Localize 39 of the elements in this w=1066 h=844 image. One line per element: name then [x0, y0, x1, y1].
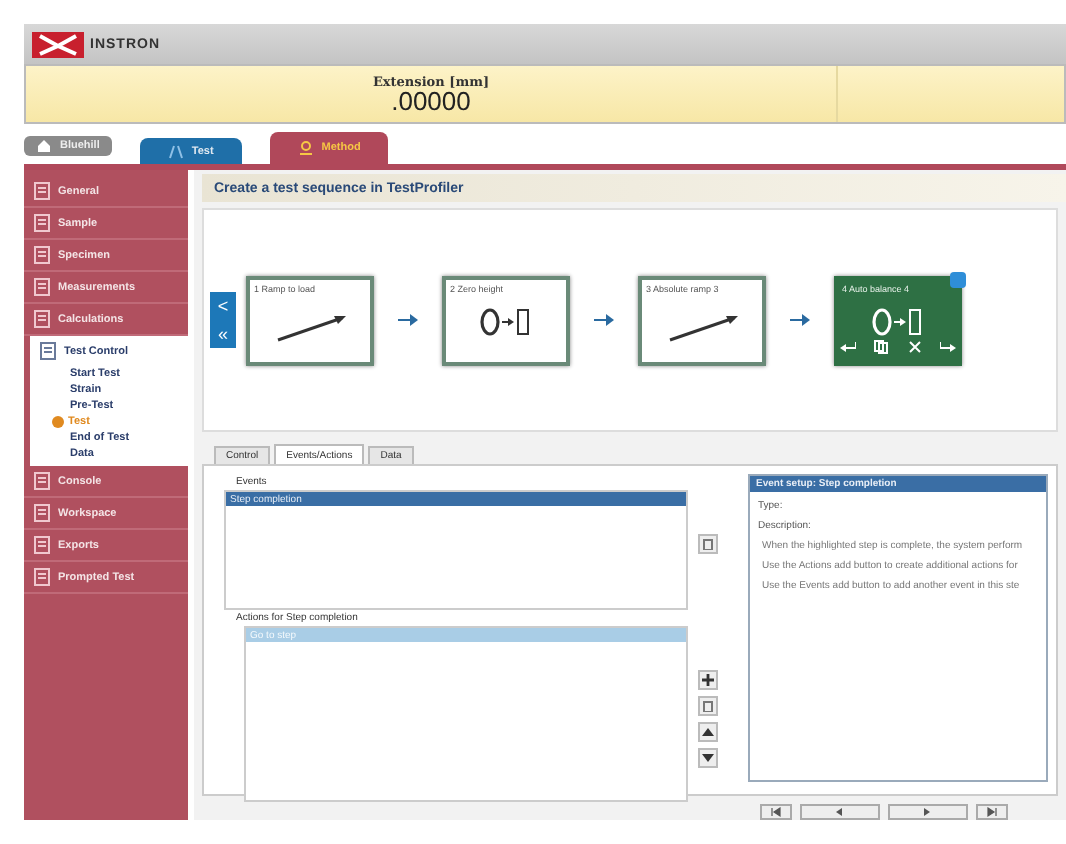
arrow-icon	[594, 314, 614, 326]
move-up-button[interactable]	[698, 722, 718, 742]
home-icon	[36, 138, 52, 154]
down-icon	[702, 752, 714, 764]
next-icon	[922, 806, 934, 818]
test-icon	[167, 143, 184, 159]
page-icon	[34, 214, 50, 232]
previous-icon	[834, 806, 846, 818]
copy-icon	[874, 339, 889, 353]
page-icon	[34, 310, 50, 328]
badge-icon	[950, 271, 966, 287]
cut-icon	[907, 339, 922, 353]
arrow-icon	[398, 314, 418, 326]
readout-value: .00000	[391, 90, 471, 114]
up-icon	[702, 726, 714, 738]
zero-height-icon	[480, 305, 532, 337]
last-button[interactable]	[976, 804, 1008, 820]
page-icon	[34, 568, 50, 586]
page-icon	[34, 182, 50, 200]
page-icon	[34, 504, 50, 522]
first-button[interactable]	[760, 804, 792, 820]
page-icon	[40, 342, 56, 360]
move-right-icon	[939, 339, 956, 351]
logo-icon	[32, 31, 84, 57]
move-down-button[interactable]	[698, 748, 718, 768]
method-icon	[297, 140, 314, 156]
last-icon	[986, 806, 998, 818]
plus-icon	[702, 674, 714, 686]
arrow-icon	[790, 314, 810, 326]
first-icon	[770, 806, 782, 818]
add-button[interactable]	[698, 670, 718, 690]
page-icon	[34, 278, 50, 296]
zero-height-icon	[872, 305, 924, 337]
delete-button[interactable]	[698, 534, 718, 554]
page-icon	[34, 246, 50, 264]
delete-button[interactable]	[698, 696, 718, 716]
move-left-icon	[840, 339, 856, 351]
page-icon	[34, 472, 50, 490]
page-icon	[34, 536, 50, 554]
